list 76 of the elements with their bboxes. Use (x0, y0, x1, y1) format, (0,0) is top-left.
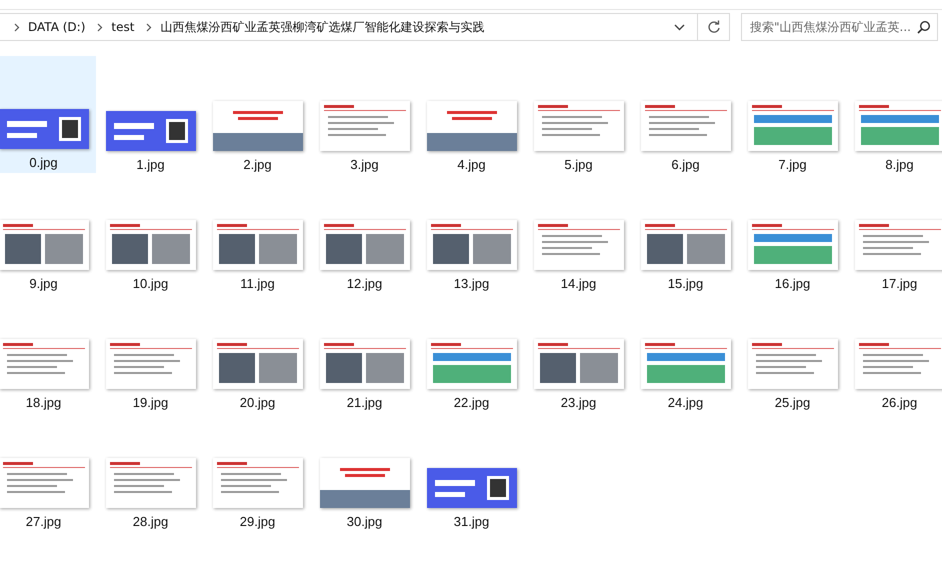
path-segment[interactable]: DATA (D:) (28, 20, 86, 34)
file-name: 8.jpg (885, 157, 914, 172)
file-item[interactable]: 25.jpg (740, 294, 845, 413)
file-name: 15.jpg (668, 276, 704, 291)
file-item[interactable]: 5.jpg (526, 56, 631, 175)
file-item[interactable]: 3.jpg (312, 56, 417, 175)
file-item[interactable]: 1.jpg (98, 56, 203, 175)
file-item[interactable]: 23.jpg (526, 294, 631, 413)
chevron-icon[interactable] (146, 22, 152, 32)
refresh-button[interactable] (698, 13, 730, 41)
file-name: 1.jpg (136, 157, 165, 172)
file-item[interactable]: 22.jpg (419, 294, 524, 413)
file-item[interactable]: 13.jpg (419, 175, 524, 294)
file-name: 20.jpg (240, 395, 276, 410)
path-segment[interactable]: 山西焦煤汾西矿业孟英强柳湾矿选煤厂智能化建设探索与实践 (160, 18, 484, 36)
path-segment[interactable]: test (111, 20, 134, 34)
file-item[interactable]: 2.jpg (205, 56, 310, 175)
file-name: 25.jpg (774, 395, 810, 410)
file-name: 22.jpg (454, 395, 490, 410)
file-name: 11.jpg (240, 276, 275, 291)
file-item[interactable]: 6.jpg (633, 56, 738, 175)
file-item[interactable]: 8.jpg (847, 56, 942, 175)
chevron-icon[interactable] (14, 22, 20, 32)
file-name: 26.jpg (882, 395, 918, 410)
file-item[interactable]: 15.jpg (633, 175, 738, 294)
file-name: 13.jpg (454, 276, 490, 291)
file-item[interactable]: 11.jpg (205, 175, 310, 294)
search-icon (917, 20, 931, 34)
file-name: 2.jpg (243, 157, 272, 172)
file-name: 3.jpg (350, 157, 379, 172)
file-item[interactable]: 21.jpg (312, 294, 417, 413)
chevron-icon[interactable] (97, 22, 104, 32)
file-item[interactable]: 30.jpg (312, 413, 417, 532)
file-item[interactable]: 29.jpg (205, 413, 310, 532)
file-name: 4.jpg (457, 157, 486, 172)
file-name: 9.jpg (29, 276, 58, 291)
file-name: 27.jpg (26, 514, 62, 529)
file-item[interactable]: 0.jpg (0, 56, 96, 173)
file-item[interactable]: 16.jpg (740, 175, 845, 294)
file-name: 0.jpg (29, 155, 58, 170)
file-item[interactable]: 17.jpg (847, 175, 942, 294)
file-item[interactable]: 31.jpg (419, 413, 524, 532)
file-item[interactable]: 10.jpg (98, 175, 203, 294)
file-item[interactable]: 12.jpg (312, 175, 417, 294)
file-item[interactable]: 7.jpg (740, 56, 845, 175)
refresh-icon (706, 20, 720, 34)
file-name: 30.jpg (346, 514, 382, 529)
file-name: 24.jpg (668, 395, 704, 410)
file-item[interactable]: 19.jpg (98, 294, 203, 413)
file-name: 12.jpg (346, 276, 382, 291)
file-name: 6.jpg (671, 157, 700, 172)
file-name: 14.jpg (560, 276, 596, 291)
file-name: 21.jpg (346, 395, 382, 410)
file-item[interactable]: 18.jpg (0, 294, 96, 413)
file-item[interactable]: 24.jpg (633, 294, 738, 413)
file-item[interactable]: 26.jpg (847, 294, 942, 413)
file-name: 7.jpg (778, 157, 807, 172)
address-bar[interactable]: DATA (D:) test 山西焦煤汾西矿业孟英强柳湾矿选煤厂智能化建设探索与实践 (0, 13, 698, 41)
file-item[interactable]: 14.jpg (526, 175, 631, 294)
file-item[interactable]: 4.jpg (419, 56, 524, 175)
file-item[interactable]: 28.jpg (98, 413, 203, 532)
file-item[interactable]: 9.jpg (0, 175, 96, 294)
search-field[interactable]: 搜索"山西焦煤汾西矿业孟英... (741, 13, 938, 41)
file-name: 10.jpg (132, 276, 168, 291)
file-name: 19.jpg (132, 395, 168, 410)
file-name: 16.jpg (774, 276, 810, 291)
file-name: 31.jpg (454, 514, 490, 529)
file-item[interactable]: 20.jpg (205, 294, 310, 413)
file-name: 17.jpg (882, 276, 918, 291)
file-item[interactable]: 27.jpg (0, 413, 96, 532)
file-name: 28.jpg (132, 514, 168, 529)
file-name: 18.jpg (26, 395, 62, 410)
dropdown-icon[interactable] (674, 24, 685, 30)
file-name: 23.jpg (560, 395, 596, 410)
file-name: 29.jpg (240, 514, 276, 529)
file-name: 5.jpg (564, 157, 593, 172)
